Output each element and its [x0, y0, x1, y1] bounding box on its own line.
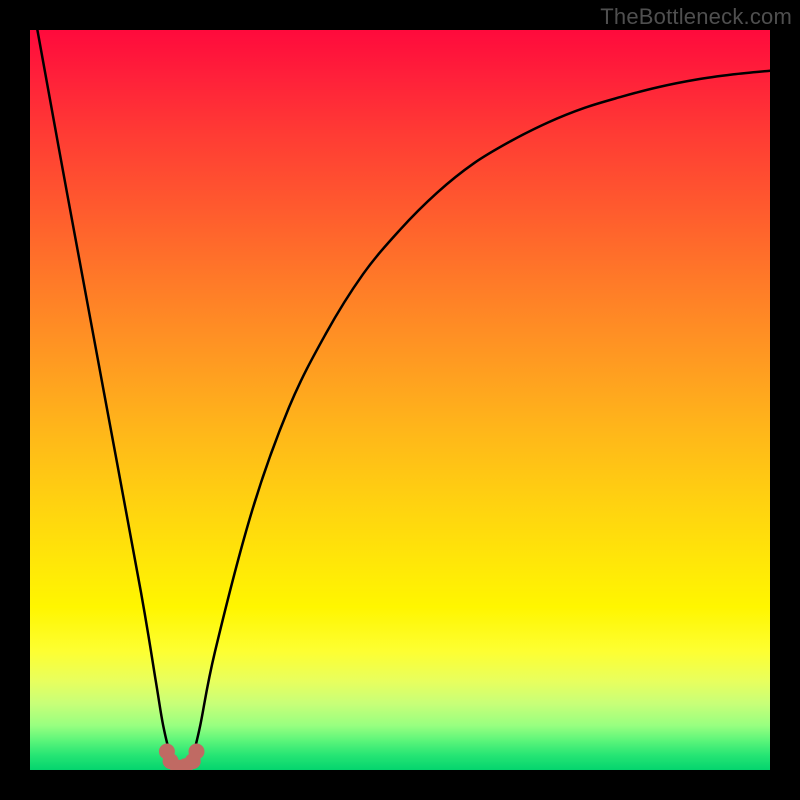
bottleneck-curve: [30, 30, 770, 770]
curve-path: [37, 30, 770, 770]
minimum-marker: [189, 744, 205, 760]
chart-plot-area: [30, 30, 770, 770]
curve-minimum-markers: [159, 744, 205, 771]
watermark-text: TheBottleneck.com: [600, 4, 792, 30]
chart-frame: TheBottleneck.com: [0, 0, 800, 800]
